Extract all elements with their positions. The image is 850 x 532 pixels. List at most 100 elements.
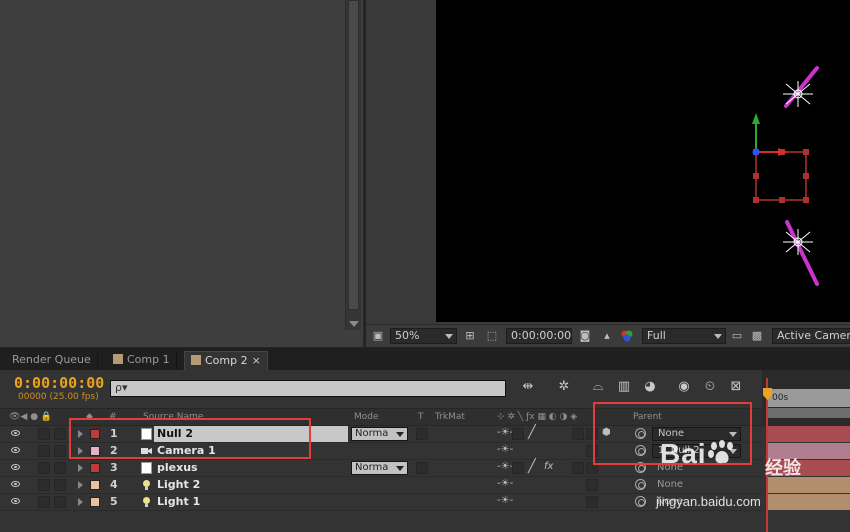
tab-comp-1[interactable]: Comp 1 <box>107 351 177 370</box>
audio-toggle[interactable] <box>38 462 50 474</box>
brainstorm-icon[interactable]: ◉ <box>674 378 694 396</box>
current-time-display[interactable]: 0:00:00:00 <box>14 374 104 392</box>
close-icon[interactable]: × <box>252 354 261 367</box>
layer-name[interactable]: plexus <box>154 460 348 476</box>
snapshot-toggle-icon[interactable]: ▣ <box>371 329 385 343</box>
zoom-dropdown[interactable]: 50% <box>390 328 457 344</box>
blend-mode-dropdown[interactable]: Norma <box>351 427 408 441</box>
preserve-transparency-toggle[interactable] <box>416 462 428 474</box>
transparency-grid-icon[interactable]: ▩ <box>750 329 764 343</box>
null-object-handle[interactable] <box>752 113 809 203</box>
collapse-switch[interactable] <box>512 428 524 440</box>
chevron-down-icon <box>396 466 404 471</box>
layer-number: 3 <box>110 461 118 474</box>
region-of-interest-icon[interactable]: ▭ <box>730 329 744 343</box>
blend-mode-dropdown[interactable]: Norma <box>351 461 408 475</box>
lock-toggle[interactable] <box>54 479 66 491</box>
shy-switch-icon[interactable]: -☀- <box>497 478 513 489</box>
layer-duration-bar[interactable] <box>768 494 850 510</box>
effects-switch-icon[interactable]: fx <box>544 461 553 472</box>
label-color-swatch[interactable] <box>90 497 100 507</box>
scroll-down-arrow-icon[interactable] <box>349 321 359 327</box>
timecode-box[interactable]: 0:00:00:00 <box>506 328 572 344</box>
camera-view-value: Active Camera <box>777 329 850 342</box>
lock-toggle[interactable] <box>54 462 66 474</box>
layer-number: 5 <box>110 495 118 508</box>
quality-switch-icon[interactable]: ╱ <box>528 425 536 440</box>
quality-switch-icon[interactable]: ╱ <box>528 459 536 474</box>
visibility-eye-icon[interactable] <box>11 481 20 487</box>
frame-blending-icon[interactable]: ▥ <box>614 378 634 396</box>
tab-render-queue[interactable]: Render Queue <box>6 351 98 370</box>
audio-toggle[interactable] <box>38 445 50 457</box>
hide-shy-layers-icon[interactable]: ⌓ <box>588 378 608 396</box>
shy-switch-icon[interactable]: -☀- <box>497 495 513 506</box>
expand-triangle-icon[interactable] <box>78 464 83 472</box>
draft-3d-icon[interactable]: ✲ <box>554 378 574 396</box>
light-icon-top[interactable] <box>783 81 813 107</box>
camera-view-dropdown[interactable]: Active Camera <box>772 328 850 344</box>
layer-duration-bar[interactable] <box>768 426 850 442</box>
adjustment-switch[interactable] <box>586 496 598 508</box>
composition-mini-flowchart-icon[interactable]: ⇹ <box>518 378 538 396</box>
motion-blur-switch[interactable] <box>572 428 584 440</box>
auto-keyframe-icon[interactable]: ⏲ <box>700 378 720 396</box>
preserve-transparency-toggle[interactable] <box>416 428 428 440</box>
expand-triangle-icon[interactable] <box>78 481 83 489</box>
visibility-eye-icon[interactable] <box>11 498 20 504</box>
motion-blur-switch[interactable] <box>572 462 584 474</box>
highlight-box-layers <box>69 418 311 459</box>
adjustment-switch[interactable] <box>586 479 598 491</box>
av-features-header-icon: 👁◀ ● 🔒 <box>9 412 53 422</box>
visibility-eye-icon[interactable] <box>11 464 20 470</box>
layer-row[interactable]: 5 Light 1 -☀- None <box>0 494 850 511</box>
label-color-swatch[interactable] <box>90 463 100 473</box>
layer-search-input[interactable]: ρ▾ <box>110 380 506 397</box>
scrollbar-thumb[interactable] <box>348 0 359 310</box>
audio-toggle[interactable] <box>38 428 50 440</box>
ruler-label: 00s <box>772 393 789 403</box>
camera-snapshot-icon[interactable]: ◙ <box>578 329 592 343</box>
layer-name[interactable]: Light 1 <box>154 494 348 510</box>
grid-toggle-icon[interactable]: ⊞ <box>463 329 477 343</box>
label-color-swatch[interactable] <box>90 480 100 490</box>
switches-header-icon: ⊹ ✲ ╲ ƒx ▦ ◐ ◑ ◈ <box>497 412 578 422</box>
tab-comp-2[interactable]: Comp 2 × <box>184 351 268 370</box>
light-layer-icon <box>143 480 150 490</box>
lock-toggle[interactable] <box>54 428 66 440</box>
motion-blur-icon[interactable]: ◕ <box>640 378 660 396</box>
mask-toggle-icon[interactable]: ⬚ <box>485 329 499 343</box>
watermark-url: jingyan.baidu.com <box>656 494 761 509</box>
show-snapshot-icon[interactable]: ▴ <box>600 329 614 343</box>
shy-switch-icon[interactable]: -☀- <box>497 427 513 438</box>
layer-name[interactable]: Light 2 <box>154 477 348 493</box>
resolution-dropdown[interactable]: Full <box>642 328 726 344</box>
visibility-eye-icon[interactable] <box>11 447 20 453</box>
expand-triangle-icon[interactable] <box>78 498 83 506</box>
lock-toggle[interactable] <box>54 496 66 508</box>
parent-value[interactable]: None <box>657 479 683 490</box>
tab-label: Render Queue <box>12 353 91 366</box>
chevron-down-icon <box>714 334 722 339</box>
light-icon-bottom[interactable] <box>783 229 813 255</box>
graph-editor-icon[interactable]: ⊠ <box>726 378 746 396</box>
audio-toggle[interactable] <box>38 496 50 508</box>
work-area-bar[interactable] <box>768 408 850 418</box>
layer-row[interactable]: 4 Light 2 -☀- None <box>0 477 850 494</box>
color-channels-icon[interactable] <box>620 329 634 343</box>
layer-number: 4 <box>110 478 118 491</box>
pickwhip-icon[interactable] <box>635 496 646 507</box>
lock-toggle[interactable] <box>54 445 66 457</box>
visibility-eye-icon[interactable] <box>11 430 20 436</box>
project-panel <box>0 0 364 347</box>
watermark-logo: Bai <box>660 438 737 470</box>
tab-label: Comp 1 <box>127 353 170 366</box>
shy-switch-icon[interactable]: -☀- <box>497 444 513 455</box>
timeline-tabbar: Render Queue Comp 1 Comp 2 × <box>0 348 850 370</box>
pickwhip-icon[interactable] <box>635 479 646 490</box>
project-scrollbar[interactable] <box>345 0 361 330</box>
shy-switch-icon[interactable]: -☀- <box>497 461 513 472</box>
audio-toggle[interactable] <box>38 479 50 491</box>
chevron-down-icon <box>396 432 404 437</box>
collapse-switch[interactable] <box>512 462 524 474</box>
